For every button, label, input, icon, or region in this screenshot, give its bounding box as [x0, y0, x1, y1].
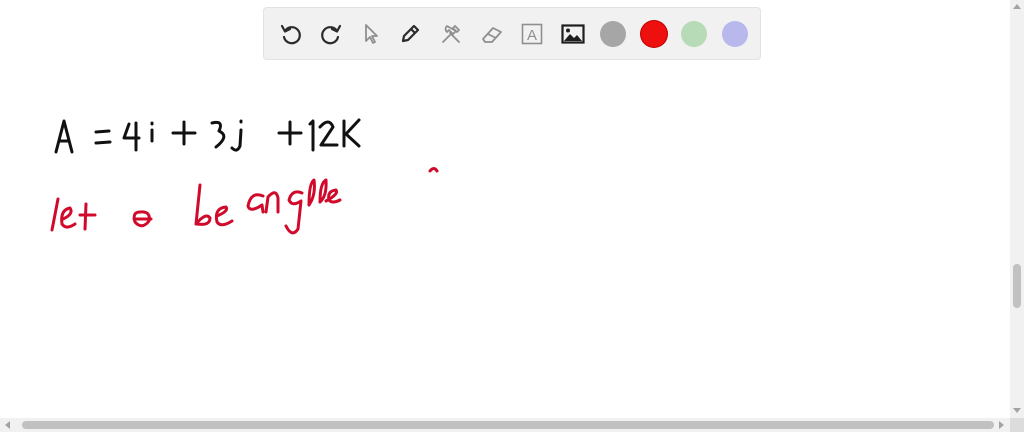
svg-text:A: A: [527, 27, 537, 44]
eraser-icon: [482, 27, 502, 43]
select-pointer-button[interactable]: [356, 19, 386, 49]
vertical-scrollbar[interactable]: [1010, 0, 1024, 418]
tools-button[interactable]: [436, 19, 466, 49]
text-icon: A: [521, 23, 543, 45]
undo-icon: [280, 24, 301, 45]
text-let-theta-be-angle: [50, 167, 439, 235]
color-swatch-red-selected[interactable]: [641, 21, 667, 47]
vertical-scroll-thumb[interactable]: [1013, 264, 1021, 308]
color-swatch-green[interactable]: [681, 21, 707, 47]
undo-button[interactable]: [276, 19, 306, 49]
text-button[interactable]: A: [517, 19, 547, 49]
handwriting-layer: [50, 118, 439, 235]
color-swatch-gray[interactable]: [600, 21, 626, 47]
tools-icon: [442, 25, 460, 43]
redo-icon: [321, 24, 342, 45]
scroll-down-icon[interactable]: [1013, 408, 1021, 413]
pen-icon: [401, 24, 420, 43]
color-swatch-purple[interactable]: [722, 21, 748, 47]
pen-button[interactable]: [395, 19, 425, 49]
whiteboard-canvas[interactable]: [0, 0, 1010, 418]
eraser-button[interactable]: [477, 19, 507, 49]
equation-vector-a: [54, 118, 361, 154]
scrollbar-corner: [1010, 418, 1024, 432]
horizontal-scrollbar[interactable]: [0, 418, 1010, 432]
redo-button[interactable]: [316, 19, 346, 49]
scroll-up-icon[interactable]: [1013, 4, 1021, 9]
image-icon: [561, 24, 585, 44]
scroll-right-icon[interactable]: [999, 421, 1004, 429]
drawing-toolbar: A: [263, 7, 761, 60]
scroll-left-icon[interactable]: [5, 421, 10, 429]
pointer-icon: [365, 24, 378, 44]
insert-image-button[interactable]: [558, 19, 588, 49]
horizontal-scroll-thumb[interactable]: [22, 421, 994, 429]
